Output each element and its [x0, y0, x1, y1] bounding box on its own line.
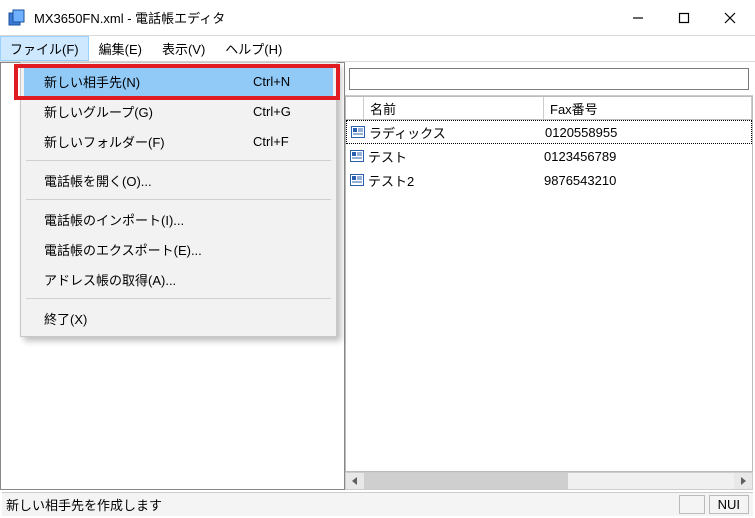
status-bar: 新しい相手先を作成します NUI	[2, 492, 753, 516]
maximize-button[interactable]	[661, 3, 707, 33]
menu-export-phonebook[interactable]: 電話帳のエクスポート(E)...	[24, 234, 333, 264]
app-icon	[8, 9, 26, 27]
list-item-fax: 9876543210	[544, 173, 750, 188]
contact-list[interactable]: ラディックス 0120558955 テスト 0123456789 テスト2 98…	[345, 120, 753, 472]
scroll-track[interactable]	[364, 473, 734, 489]
filter-row	[345, 62, 753, 96]
minimize-button[interactable]	[615, 3, 661, 33]
menu-item-label: アドレス帳の取得(A)...	[44, 270, 313, 289]
menu-new-group[interactable]: 新しいグループ(G) Ctrl+G	[24, 96, 333, 126]
list-item-name: テスト2	[366, 171, 544, 190]
list-item[interactable]: テスト 0123456789	[346, 144, 752, 168]
menu-separator	[26, 298, 331, 299]
menu-item-label: 新しい相手先(N)	[44, 72, 253, 91]
contact-icon	[348, 174, 366, 186]
scroll-left-icon[interactable]	[346, 473, 364, 489]
menu-view[interactable]: 表示(V)	[152, 36, 215, 61]
scroll-right-icon[interactable]	[734, 473, 752, 489]
list-item-fax: 0120558955	[545, 125, 749, 140]
menu-new-contact[interactable]: 新しい相手先(N) Ctrl+N	[24, 66, 333, 96]
filter-input[interactable]	[349, 68, 749, 90]
close-button[interactable]	[707, 3, 753, 33]
list-header: 名前 Fax番号	[345, 96, 753, 120]
status-cell-empty	[679, 495, 705, 514]
menu-item-label: 新しいグループ(G)	[44, 102, 253, 121]
menu-item-shortcut: Ctrl+G	[253, 104, 313, 119]
list-item[interactable]: テスト2 9876543210	[346, 168, 752, 192]
contact-icon	[349, 126, 367, 138]
menu-import-phonebook[interactable]: 電話帳のインポート(I)...	[24, 204, 333, 234]
menu-get-addressbook[interactable]: アドレス帳の取得(A)...	[24, 264, 333, 294]
menu-open-phonebook[interactable]: 電話帳を開く(O)...	[24, 165, 333, 195]
menu-help[interactable]: ヘルプ(H)	[215, 36, 292, 61]
window-title: MX3650FN.xml - 電話帳エディタ	[34, 8, 615, 27]
menu-item-label: 新しいフォルダー(F)	[44, 132, 253, 151]
status-message: 新しい相手先を作成します	[6, 495, 675, 514]
file-dropdown: 新しい相手先(N) Ctrl+N 新しいグループ(G) Ctrl+G 新しいフォ…	[20, 62, 337, 337]
menu-separator	[26, 160, 331, 161]
column-name[interactable]: 名前	[364, 97, 544, 119]
list-item-fax: 0123456789	[544, 149, 750, 164]
title-bar: MX3650FN.xml - 電話帳エディタ	[0, 0, 755, 36]
menu-item-label: 電話帳のインポート(I)...	[44, 210, 313, 229]
menu-item-shortcut: Ctrl+F	[253, 134, 313, 149]
menu-edit[interactable]: 編集(E)	[89, 36, 152, 61]
menu-item-label: 終了(X)	[44, 309, 313, 328]
menu-file[interactable]: ファイル(F)	[0, 36, 89, 61]
menu-bar: ファイル(F) 編集(E) 表示(V) ヘルプ(H)	[0, 36, 755, 62]
contact-icon	[348, 150, 366, 162]
scroll-thumb[interactable]	[364, 473, 568, 489]
horizontal-scrollbar[interactable]	[345, 472, 753, 490]
column-fax[interactable]: Fax番号	[544, 97, 752, 119]
list-item-name: テスト	[366, 147, 544, 166]
menu-exit[interactable]: 終了(X)	[24, 303, 333, 333]
menu-new-folder[interactable]: 新しいフォルダー(F) Ctrl+F	[24, 126, 333, 156]
list-item[interactable]: ラディックス 0120558955	[346, 120, 752, 144]
menu-item-label: 電話帳のエクスポート(E)...	[44, 240, 313, 259]
menu-item-shortcut: Ctrl+N	[253, 74, 313, 89]
menu-item-label: 電話帳を開く(O)...	[44, 171, 313, 190]
list-pane: 名前 Fax番号 ラディックス 0120558955 テスト 012345678…	[345, 62, 753, 490]
menu-separator	[26, 199, 331, 200]
status-cell-cap: NUI	[709, 495, 749, 514]
list-item-name: ラディックス	[367, 123, 545, 142]
column-icon[interactable]	[346, 97, 364, 119]
